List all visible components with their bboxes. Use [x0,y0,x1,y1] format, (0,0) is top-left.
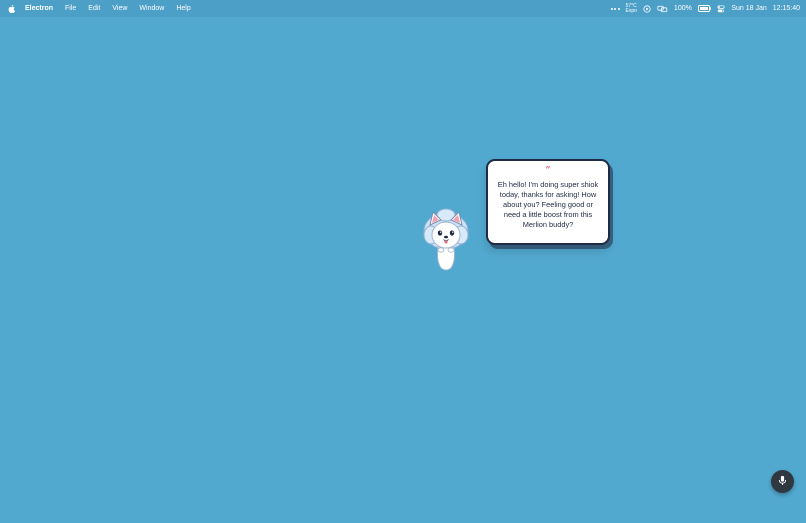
menu-bar: Electron File Edit View Window Help 57°C… [0,0,806,17]
apple-icon[interactable] [8,4,15,13]
menu-bar-left: Electron File Edit View Window Help [0,0,203,17]
weather-widget[interactable]: 57°C Expo [625,3,637,14]
menu-app-name[interactable]: Electron [25,0,53,17]
microphone-icon [778,473,787,491]
mascot-illustration [423,208,469,271]
menu-bar-status: 57°C Expo 100% Sun 18 Jan 12:15:40 [610,0,800,17]
battery-fill [699,7,708,10]
speech-bubble: ” Eh hello! I'm doing super shiok today,… [486,159,610,245]
battery-icon[interactable] [697,5,712,12]
screen-record-icon[interactable] [643,4,651,13]
microphone-button[interactable] [771,470,794,493]
menu-edit[interactable]: Edit [88,0,100,17]
weather-sub: Expo [625,7,637,14]
menu-window[interactable]: Window [139,0,164,17]
menu-date[interactable]: Sun 18 Jan [731,5,766,12]
control-center-icon[interactable] [717,4,725,13]
menu-help[interactable]: Help [176,0,190,17]
merlion-mascot[interactable] [421,205,471,273]
speech-bubble-text: Eh hello! I'm doing super shiok today, t… [497,180,599,229]
menu-file[interactable]: File [65,0,76,17]
quote-mark-icon: ” [545,166,551,176]
link-icon[interactable] [657,5,668,13]
battery-percent: 100% [673,5,692,12]
menu-view[interactable]: View [112,0,127,17]
more-dots-icon[interactable] [610,7,620,10]
menu-time[interactable]: 12:15:40 [773,5,800,12]
